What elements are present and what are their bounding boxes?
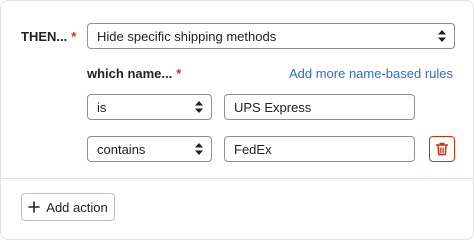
- action-type-select[interactable]: Hide specific shipping methods: [87, 23, 455, 49]
- select-arrows-icon: [195, 143, 203, 155]
- then-label: THEN... *: [21, 29, 76, 44]
- which-name-text: which name...: [87, 66, 173, 81]
- then-label-text: THEN...: [21, 29, 68, 44]
- rule-value-text: UPS Express: [234, 99, 312, 115]
- add-action-label: Add action: [46, 199, 108, 215]
- add-action-button[interactable]: Add action: [21, 193, 115, 221]
- plus-icon: [28, 201, 41, 213]
- trash-icon: [435, 142, 449, 156]
- required-asterisk: *: [176, 66, 182, 81]
- rule-value-input[interactable]: FedEx: [224, 136, 415, 162]
- rule-operator-select[interactable]: is: [87, 94, 212, 120]
- rule-operator-value: contains: [97, 141, 146, 157]
- rule-value-text: FedEx: [234, 141, 272, 157]
- rule-value-input[interactable]: UPS Express: [224, 94, 415, 120]
- select-arrows-icon: [195, 101, 203, 113]
- action-card: THEN... * Hide specific shipping methods …: [0, 0, 474, 240]
- rule-operator-select[interactable]: contains: [87, 136, 212, 162]
- which-name-label: which name... *: [87, 66, 181, 81]
- delete-rule-button[interactable]: [429, 136, 455, 162]
- action-type-value: Hide specific shipping methods: [97, 28, 277, 44]
- rule-operator-value: is: [97, 99, 107, 115]
- select-arrows-icon: [438, 30, 446, 42]
- required-asterisk: *: [71, 29, 77, 44]
- section-divider: [1, 178, 473, 179]
- add-name-rules-link[interactable]: Add more name-based rules: [289, 66, 453, 81]
